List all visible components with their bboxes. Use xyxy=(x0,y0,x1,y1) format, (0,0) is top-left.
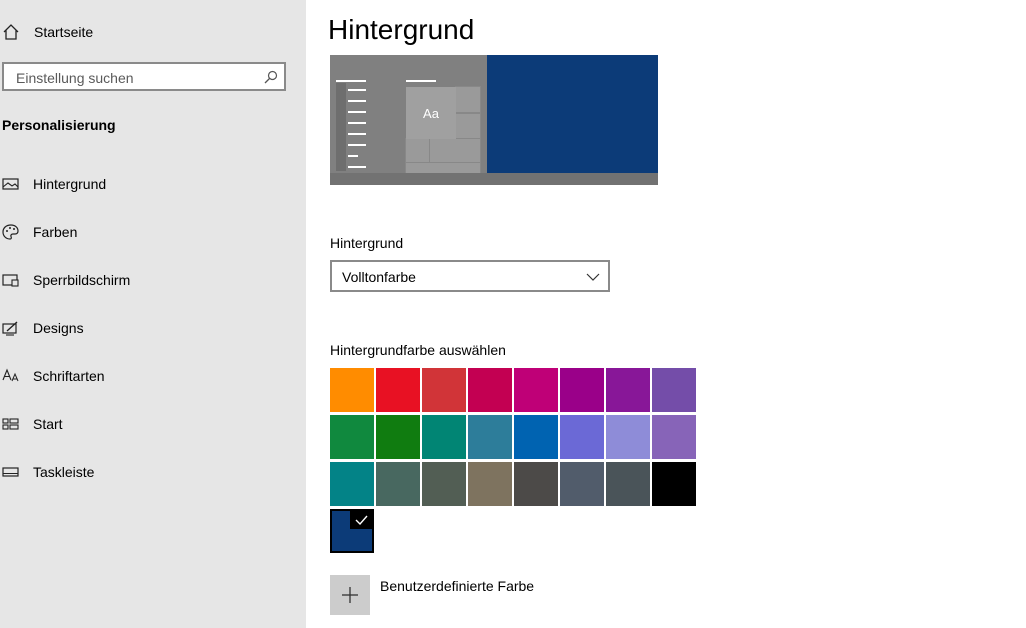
custom-color-button[interactable]: Benutzerdefinierte Farbe xyxy=(330,575,570,615)
sidebar-item-hintergrund[interactable]: Hintergrund xyxy=(0,164,306,204)
color-swatch[interactable] xyxy=(514,368,558,412)
home-label: Startseite xyxy=(34,24,94,40)
search-icon[interactable] xyxy=(264,70,278,84)
sidebar-item-farben[interactable]: Farben xyxy=(0,212,306,252)
color-swatch[interactable] xyxy=(652,462,696,506)
sidebar-item-label: Schriftarten xyxy=(33,368,105,384)
color-swatch[interactable] xyxy=(652,368,696,412)
color-swatch[interactable] xyxy=(330,462,374,506)
section-title: Personalisierung xyxy=(2,117,116,133)
taskbar-icon xyxy=(2,463,20,481)
background-type-label: Hintergrund xyxy=(330,235,404,251)
sidebar-item-start[interactable]: Start xyxy=(0,404,306,444)
dropdown-value: Volltonfarbe xyxy=(342,269,416,285)
preview-taskbar xyxy=(330,173,658,185)
color-swatch[interactable] xyxy=(422,415,466,459)
color-swatch[interactable] xyxy=(560,368,604,412)
settings-search[interactable] xyxy=(2,62,286,91)
sidebar-item-label: Hintergrund xyxy=(33,176,107,192)
sidebar-item-schriftarten[interactable]: Schriftarten xyxy=(0,356,306,396)
home-link[interactable]: Startseite xyxy=(0,18,306,46)
color-swatch[interactable] xyxy=(376,462,420,506)
color-swatch[interactable] xyxy=(376,415,420,459)
color-swatch[interactable] xyxy=(606,462,650,506)
color-swatch[interactable] xyxy=(468,462,512,506)
lock-screen-icon xyxy=(2,271,20,289)
designs-icon xyxy=(2,319,20,337)
color-swatch[interactable] xyxy=(606,368,650,412)
color-swatch[interactable] xyxy=(422,368,466,412)
color-swatch[interactable] xyxy=(652,415,696,459)
page-title: Hintergrund xyxy=(328,14,475,45)
search-input[interactable] xyxy=(14,69,258,87)
background-type-dropdown[interactable]: Volltonfarbe xyxy=(330,260,610,292)
sidebar-item-taskleiste[interactable]: Taskleiste xyxy=(0,452,306,492)
sidebar-item-sperrbildschirm[interactable]: Sperrbildschirm xyxy=(0,260,306,300)
color-swatch[interactable] xyxy=(376,368,420,412)
preview-start-menu: Aa xyxy=(330,55,487,174)
color-swatch[interactable] xyxy=(606,415,650,459)
preview-desktop xyxy=(487,55,658,173)
color-swatch[interactable] xyxy=(422,462,466,506)
main-content: Hintergrund Aa Hintergrund Volltonfarbe xyxy=(306,0,1026,628)
background-color-label: Hintergrundfarbe auswählen xyxy=(330,342,506,358)
background-preview: Aa xyxy=(330,55,658,185)
color-swatch[interactable] xyxy=(560,415,604,459)
chevron-down-icon xyxy=(586,270,600,284)
color-swatch[interactable] xyxy=(468,368,512,412)
sidebar-item-label: Taskleiste xyxy=(33,464,95,480)
preview-sample-text: Aa xyxy=(406,87,456,139)
sidebar: Startseite Personalisierung Hintergrund … xyxy=(0,0,306,628)
color-swatch[interactable] xyxy=(560,462,604,506)
sidebar-item-label: Start xyxy=(33,416,63,432)
sidebar-item-label: Sperrbildschirm xyxy=(33,272,131,288)
picture-icon xyxy=(2,175,20,193)
checkmark-icon xyxy=(350,511,372,529)
home-icon xyxy=(2,23,20,41)
color-swatch[interactable] xyxy=(514,415,558,459)
sidebar-item-designs[interactable]: Designs xyxy=(0,308,306,348)
color-swatch[interactable] xyxy=(468,415,512,459)
color-swatch[interactable] xyxy=(330,368,374,412)
fonts-icon xyxy=(2,367,20,385)
sidebar-item-label: Designs xyxy=(33,320,84,336)
color-swatch[interactable] xyxy=(330,415,374,459)
color-swatch[interactable] xyxy=(330,509,374,553)
custom-color-label: Benutzerdefinierte Farbe xyxy=(380,578,535,594)
start-icon xyxy=(2,415,20,433)
palette-icon xyxy=(2,223,20,241)
sidebar-item-label: Farben xyxy=(33,224,78,240)
add-custom-color[interactable] xyxy=(330,575,370,615)
color-swatch[interactable] xyxy=(514,462,558,506)
